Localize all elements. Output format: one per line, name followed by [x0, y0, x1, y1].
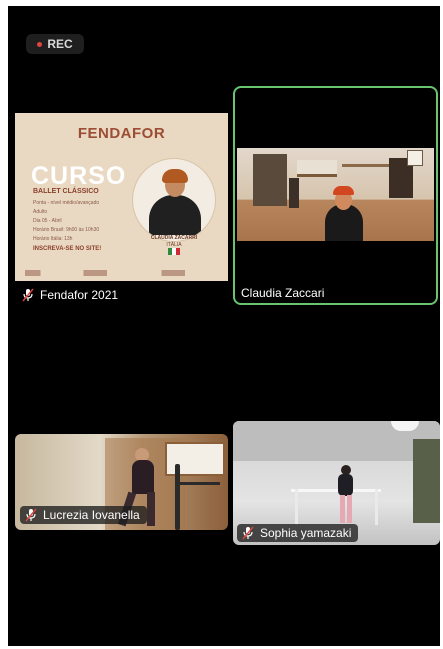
participant-name: Lucrezia Iovanella — [43, 508, 140, 522]
recording-indicator[interactable]: REC — [26, 34, 84, 54]
participant-tile-fendafor[interactable]: FENDAFOR CURSO BALLET CLÁSSICO Ponta - n… — [15, 113, 228, 281]
poster-subtitle: BALLET CLÁSSICO — [33, 188, 99, 195]
poster-logo: FENDAFOR — [77, 125, 166, 142]
participant-name: Fendafor 2021 — [40, 288, 119, 302]
record-dot-icon — [37, 41, 43, 47]
participant-name-tag-fendafor: Fendafor 2021 — [22, 288, 118, 302]
poster-teacher-name: CLAUDIA ZACARRI — [150, 235, 198, 241]
muted-mic-icon — [22, 288, 34, 302]
poster-info-line: Horário Itália: 13h — [33, 236, 73, 242]
poster-title: CURSO — [31, 162, 127, 190]
participant-name-tag-lucrezia: Lucrezia Iovanella — [20, 506, 147, 524]
poster-info: Ponta - nível médio/avançado Adulto Dia … — [33, 199, 99, 244]
participant-name: Sophia yamazaki — [260, 526, 352, 540]
muted-mic-icon — [25, 508, 37, 522]
teacher-photo — [132, 158, 216, 242]
participant-name-tag-claudia: Claudia Zaccari — [241, 286, 324, 300]
participant-name: Claudia Zaccari — [241, 286, 325, 300]
poster-edition-text — [15, 143, 228, 149]
poster-info-line: Dia 05 - Abril — [33, 218, 62, 224]
poster-info-line: Horário Brasil: 9h00 às 10h30 — [33, 227, 100, 233]
participant-tile-claudia[interactable]: Claudia Zaccari — [233, 86, 438, 305]
recording-label: REC — [47, 37, 73, 51]
participant-video — [237, 148, 434, 241]
poster-cta: INSCREVA-SE NO SITE! — [33, 246, 102, 252]
meeting-screen: REC FENDAFOR CURSO BALLET CLÁSSICO Ponta… — [8, 6, 440, 646]
muted-mic-icon — [242, 526, 254, 540]
poster-info-line: Ponta - nível médio/avançado — [33, 200, 100, 206]
participant-name-tag-sophia: Sophia yamazaki — [237, 524, 359, 542]
italy-flag-icon — [168, 248, 180, 255]
sponsor-logos — [25, 270, 220, 276]
poster-info-line: Adulto — [33, 209, 48, 215]
